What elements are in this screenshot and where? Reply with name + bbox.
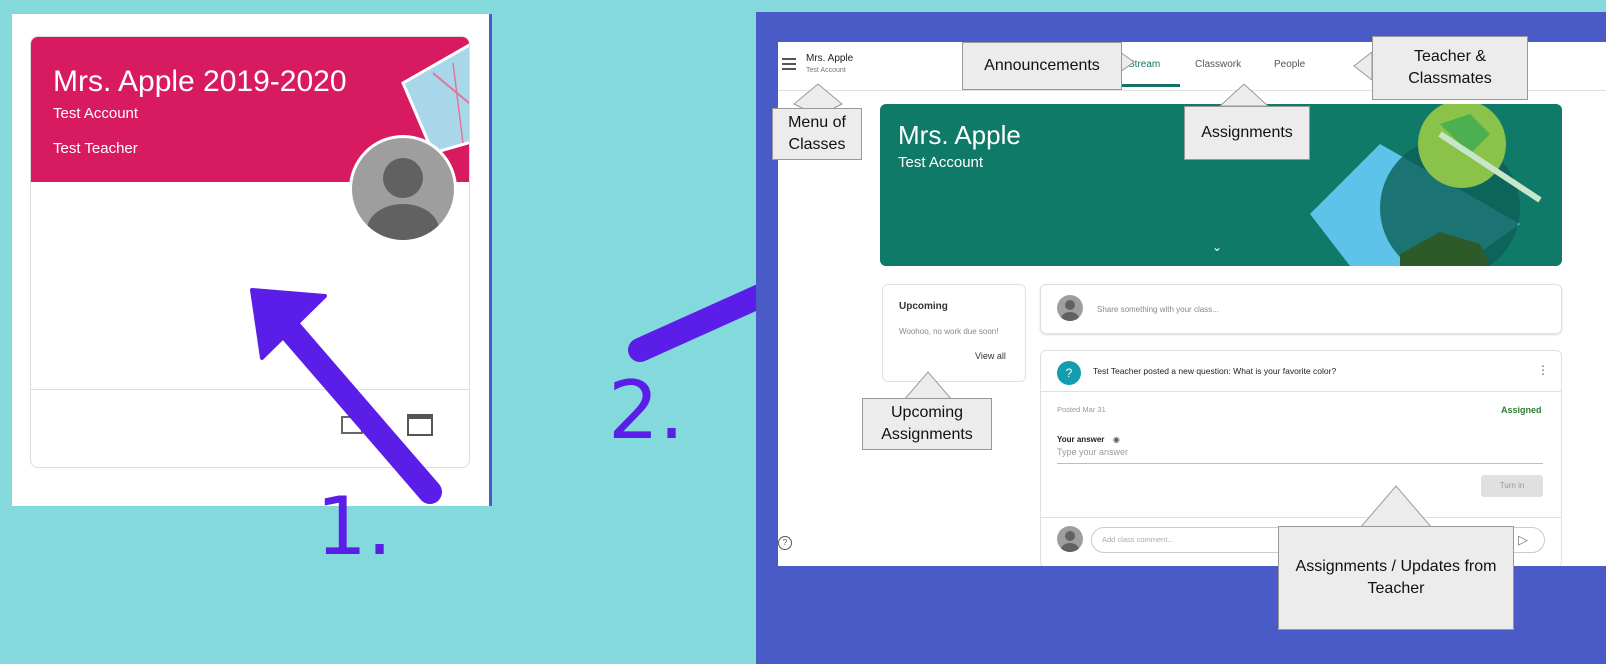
teacher-pointer (1353, 50, 1373, 82)
updates-pointer (1358, 485, 1434, 529)
callout-assignments: Assignments (1184, 106, 1310, 160)
announcements-pointer (1119, 51, 1135, 73)
callout-upcoming-assignments: Upcoming Assignments (862, 398, 992, 450)
callout-teacher-classmates: Teacher & Classmates (1372, 36, 1528, 100)
callout-updates-from-teacher: Assignments / Updates from Teacher (1278, 526, 1514, 630)
callout-announcements: Announcements (962, 42, 1122, 90)
assignments-pointer (1218, 83, 1270, 107)
callout-menu-of-classes: Menu of Classes (772, 108, 862, 160)
menu-pointer (793, 83, 843, 111)
upcoming-pointer (902, 371, 954, 401)
